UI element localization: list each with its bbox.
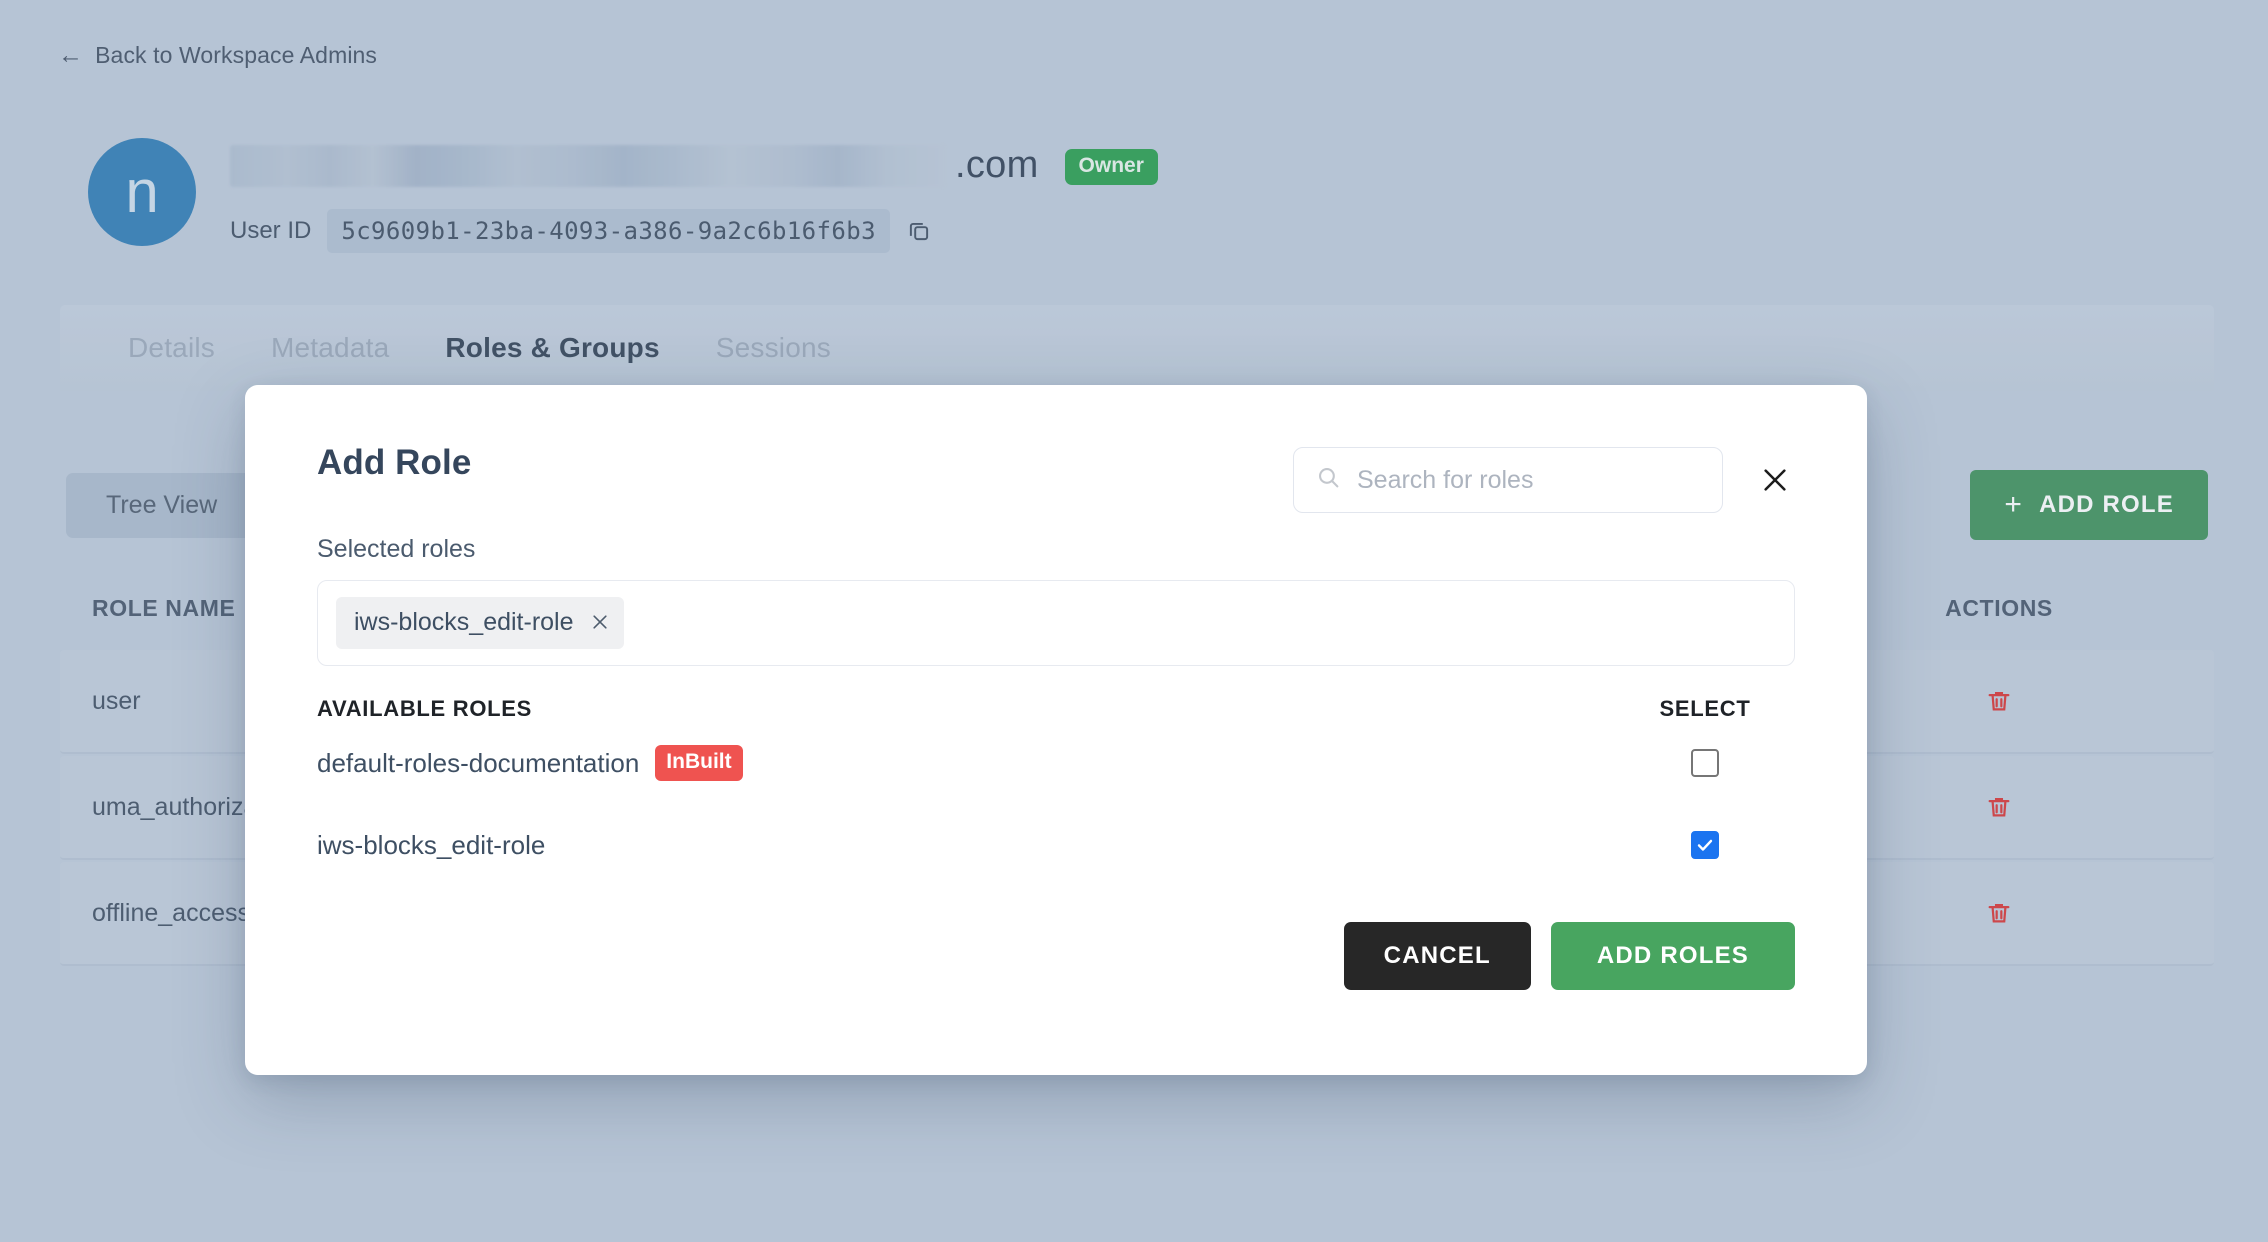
cancel-button[interactable]: CANCEL: [1343, 922, 1531, 990]
available-role-name: iws-blocks_edit-role: [317, 829, 546, 860]
available-roles-header: AVAILABLE ROLES SELECT: [317, 696, 1795, 722]
inbuilt-badge: InBuilt: [655, 745, 743, 781]
available-role-name: default-roles-documentation: [317, 747, 640, 778]
available-role-name-cell: iws-blocks_edit-role: [317, 830, 1615, 861]
modal-header-actions: [1293, 443, 1795, 513]
search-input[interactable]: [1357, 465, 1700, 495]
close-icon[interactable]: [590, 612, 610, 632]
selected-roles-container: iws-blocks_edit-role: [317, 580, 1795, 666]
add-role-modal: Add Role Selected roles iws-blocks_ed: [245, 385, 1867, 1075]
modal-header: Add Role: [317, 385, 1795, 513]
add-roles-button[interactable]: ADD ROLES: [1550, 922, 1795, 990]
selected-role-chip[interactable]: iws-blocks_edit-role: [336, 597, 624, 649]
selected-roles-label: Selected roles: [317, 535, 476, 563]
available-role-name-cell: default-roles-documentation InBuilt: [317, 745, 1615, 781]
available-role-select-cell: [1615, 831, 1795, 859]
close-icon[interactable]: [1755, 460, 1795, 500]
role-checkbox[interactable]: [1691, 831, 1719, 859]
chip-label: iws-blocks_edit-role: [354, 607, 574, 636]
select-column-header: SELECT: [1659, 696, 1751, 721]
role-checkbox[interactable]: [1691, 749, 1719, 777]
search-icon: [1316, 465, 1341, 495]
available-roles-column-header: AVAILABLE ROLES: [317, 696, 533, 721]
available-role-row[interactable]: default-roles-documentation InBuilt: [317, 722, 1795, 804]
modal-title: Add Role: [317, 443, 472, 482]
available-role-row[interactable]: iws-blocks_edit-role: [317, 804, 1795, 886]
available-role-select-cell: [1615, 749, 1795, 777]
modal-footer: CANCEL ADD ROLES: [317, 922, 1795, 990]
search-roles-box[interactable]: [1293, 447, 1723, 513]
